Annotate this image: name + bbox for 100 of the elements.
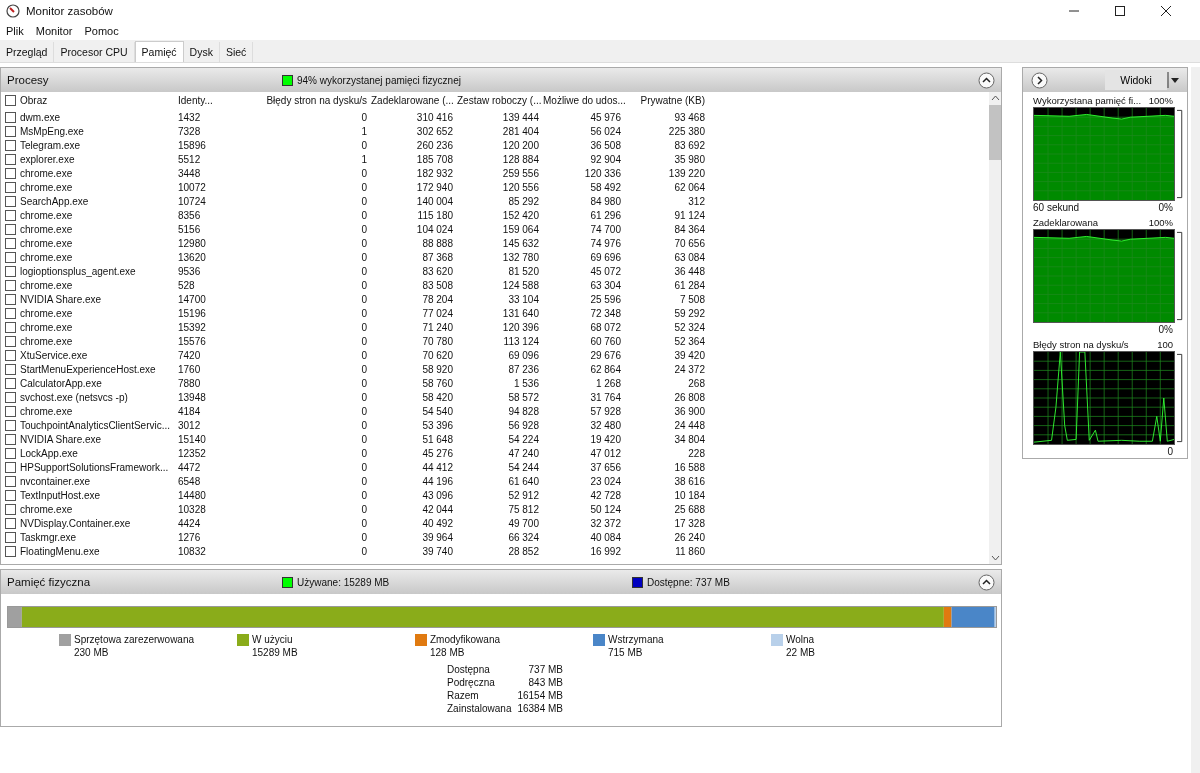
scrollbar[interactable] bbox=[989, 92, 1001, 564]
checkbox[interactable] bbox=[5, 517, 16, 529]
table-cell: HPSupportSolutionsFramework... bbox=[20, 461, 169, 473]
summary-label: Podręczna bbox=[447, 677, 496, 688]
column-header[interactable]: Błędy stron na dysku/s bbox=[266, 95, 367, 106]
table-cell: 56 024 bbox=[590, 125, 621, 137]
checkbox[interactable] bbox=[5, 419, 16, 431]
table-cell: 58 760 bbox=[422, 377, 453, 389]
expand-icon[interactable] bbox=[1031, 71, 1048, 89]
collapse-icon[interactable] bbox=[978, 573, 995, 591]
checkbox[interactable] bbox=[5, 125, 16, 137]
tab[interactable]: Przegląd bbox=[0, 42, 55, 62]
checkbox[interactable] bbox=[5, 503, 16, 515]
tab[interactable]: Dysk bbox=[183, 42, 220, 62]
table-cell: 7328 bbox=[178, 125, 201, 137]
tab[interactable]: Procesor CPU bbox=[54, 42, 135, 62]
checkbox[interactable] bbox=[5, 335, 16, 347]
table-cell: 0 bbox=[361, 209, 367, 221]
checkbox[interactable] bbox=[5, 391, 16, 403]
table-cell: 75 812 bbox=[508, 503, 539, 515]
checkbox[interactable] bbox=[5, 209, 16, 221]
table-cell: svchost.exe (netsvcs -p) bbox=[20, 391, 128, 403]
checkbox[interactable] bbox=[5, 195, 16, 207]
table-cell: 68 072 bbox=[590, 321, 621, 333]
checkbox[interactable] bbox=[5, 293, 16, 305]
tab[interactable]: Sieć bbox=[219, 42, 254, 62]
table-cell: 15196 bbox=[178, 307, 206, 319]
table-cell: 0 bbox=[361, 195, 367, 207]
menu-item[interactable]: Monitor bbox=[35, 25, 73, 37]
table-cell: 152 420 bbox=[502, 209, 539, 221]
table-cell: chrome.exe bbox=[20, 251, 73, 263]
checkbox[interactable] bbox=[5, 461, 16, 473]
table-cell: 7880 bbox=[178, 377, 201, 389]
table-cell: 63 084 bbox=[674, 251, 705, 263]
table-cell: 0 bbox=[361, 433, 367, 445]
section-header[interactable]: Procesy 94% wykorzystanej pamięci fizycznej bbox=[1, 68, 1001, 92]
close-icon[interactable] bbox=[1160, 5, 1172, 17]
checkbox[interactable] bbox=[5, 531, 16, 543]
collapse-icon[interactable] bbox=[978, 71, 995, 89]
table-cell: 0 bbox=[361, 237, 367, 249]
table-cell: 32 372 bbox=[590, 517, 621, 529]
checkbox[interactable] bbox=[5, 167, 16, 179]
checkbox[interactable] bbox=[5, 237, 16, 249]
checkbox[interactable] bbox=[5, 489, 16, 501]
checkbox[interactable] bbox=[5, 279, 16, 291]
maximize-icon[interactable] bbox=[1114, 5, 1126, 17]
checkbox[interactable] bbox=[5, 475, 16, 487]
table-cell: 52 912 bbox=[508, 489, 539, 501]
scroll-thumb[interactable] bbox=[989, 105, 1001, 160]
checkbox[interactable] bbox=[5, 405, 16, 417]
table-cell: 182 932 bbox=[416, 167, 453, 179]
table-cell: 0 bbox=[361, 321, 367, 333]
table-cell: 0 bbox=[361, 265, 367, 277]
section-header[interactable]: Pamięć fizyczna Używane: 15289 MB Dostępne: 737 MB bbox=[1, 570, 1001, 594]
scroll-up-icon[interactable] bbox=[990, 95, 1000, 101]
table-cell: 40 492 bbox=[422, 517, 453, 529]
table-cell: 91 124 bbox=[674, 209, 705, 221]
checkbox[interactable] bbox=[5, 153, 16, 165]
table-cell: 3012 bbox=[178, 419, 201, 431]
table-cell: 0 bbox=[361, 251, 367, 263]
dropdown-icon[interactable] bbox=[1167, 69, 1181, 91]
graph-min-label: 0% bbox=[1158, 202, 1173, 213]
column-header[interactable]: Możliwe do udos... bbox=[543, 95, 626, 106]
table-cell: 6548 bbox=[178, 475, 201, 487]
section-title: Procesy bbox=[7, 74, 50, 86]
checkbox[interactable] bbox=[5, 181, 16, 193]
table-cell: 1432 bbox=[178, 111, 201, 123]
table-cell: 62 064 bbox=[674, 181, 705, 193]
table-cell: 4424 bbox=[178, 517, 201, 529]
table-cell: 54 244 bbox=[508, 461, 539, 473]
scroll-down-icon[interactable] bbox=[990, 555, 1000, 561]
checkbox[interactable] bbox=[5, 111, 16, 123]
checkbox[interactable] bbox=[5, 433, 16, 445]
checkbox[interactable] bbox=[5, 447, 16, 459]
checkbox[interactable] bbox=[5, 265, 16, 277]
column-header[interactable]: Prywatne (KB) bbox=[640, 95, 705, 106]
checkbox[interactable] bbox=[5, 251, 16, 263]
checkbox[interactable] bbox=[5, 349, 16, 361]
table-cell: 145 632 bbox=[502, 237, 539, 249]
table-cell: 83 508 bbox=[422, 279, 453, 291]
column-header[interactable]: Obraz bbox=[20, 95, 48, 106]
tab[interactable]: Pamięć bbox=[134, 41, 184, 62]
menu-item[interactable]: Plik bbox=[6, 25, 24, 37]
table-cell: 139 444 bbox=[502, 111, 539, 123]
checkbox[interactable] bbox=[5, 139, 16, 151]
graph-title: Zadeklarowana bbox=[1033, 217, 1098, 228]
checkbox[interactable] bbox=[5, 363, 16, 375]
checkbox[interactable] bbox=[5, 377, 16, 389]
column-header[interactable]: Identy... bbox=[178, 95, 213, 106]
table-cell: 74 976 bbox=[590, 237, 621, 249]
checkbox[interactable] bbox=[5, 321, 16, 333]
column-header[interactable]: Zestaw roboczy (... bbox=[457, 95, 542, 106]
checkbox[interactable] bbox=[5, 307, 16, 319]
checkbox[interactable] bbox=[5, 545, 16, 557]
checkbox[interactable] bbox=[5, 95, 16, 106]
menu-item[interactable]: Pomoc bbox=[84, 25, 119, 37]
column-header[interactable]: Zadeklarowane (... bbox=[371, 95, 454, 106]
table-cell: 159 064 bbox=[502, 223, 539, 235]
checkbox[interactable] bbox=[5, 223, 16, 235]
table-cell: 60 760 bbox=[590, 335, 621, 347]
